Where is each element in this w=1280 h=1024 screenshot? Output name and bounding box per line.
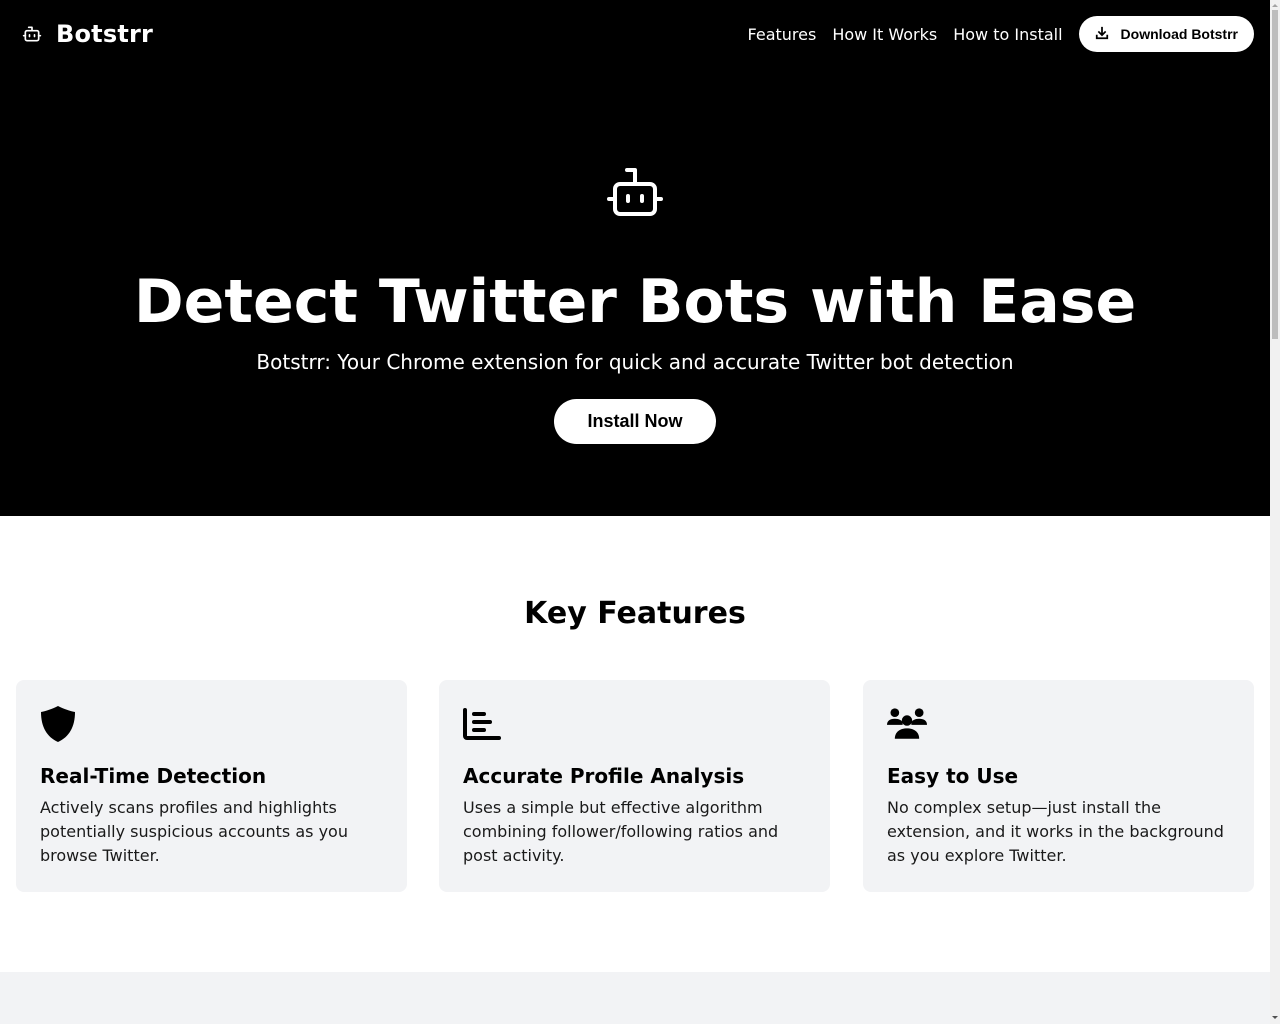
feature-card-easy-to-use: Easy to Use No complex setup—just instal… [863,680,1254,892]
nav-link-how-it-works[interactable]: How It Works [832,25,937,44]
feature-title: Easy to Use [887,764,1019,788]
how-it-works-section [0,972,1270,1024]
feature-card-accurate-profile-analysis: Accurate Profile Analysis Uses a simple … [439,680,830,892]
download-button-label: Download Botstrr [1120,26,1238,42]
nav-link-how-to-install[interactable]: How to Install [953,25,1062,44]
hero-subtitle: Botstrr: Your Chrome extension for quick… [256,350,1014,374]
download-icon [1095,26,1109,43]
users-icon [887,704,927,744]
feature-title: Accurate Profile Analysis [463,764,745,788]
shield-icon [40,704,80,744]
scroll-up-arrow-icon[interactable] [1272,4,1278,7]
nav-link-features[interactable]: Features [748,25,817,44]
scrollbar-thumb[interactable] [1272,10,1278,339]
bar-chart-icon [463,704,503,744]
main-nav: Features How It Works How to Install Dow… [748,16,1254,52]
hero-title: Detect Twitter Bots with Ease [133,267,1137,337]
brand-name: Botstrr [56,20,154,48]
scroll-down-arrow-icon[interactable] [1272,1016,1278,1019]
hero-section: Detect Twitter Bots with Ease Botstrr: Y… [0,68,1270,516]
site-header: Botstrr Features How It Works How to Ins… [0,0,1270,68]
robot-icon [22,24,42,44]
features-section: Key Features Real-Time Detection Activel… [0,516,1270,972]
feature-description: Uses a simple but effective algorithm co… [463,798,779,865]
features-title: Key Features [524,596,746,631]
vertical-scrollbar[interactable] [1270,0,1280,1024]
download-button[interactable]: Download Botstrr [1078,16,1254,52]
brand[interactable]: Botstrr [22,20,153,48]
page: Botstrr Features How It Works How to Ins… [0,0,1270,1024]
feature-description: Actively scans profiles and highlights p… [40,798,348,865]
feature-card-real-time-detection: Real-Time Detection Actively scans profi… [16,680,407,892]
feature-description: No complex setup—just install the extens… [887,798,1224,865]
robot-icon [605,166,665,218]
feature-title: Real-Time Detection [40,764,267,788]
install-now-button[interactable]: Install Now [554,399,716,444]
